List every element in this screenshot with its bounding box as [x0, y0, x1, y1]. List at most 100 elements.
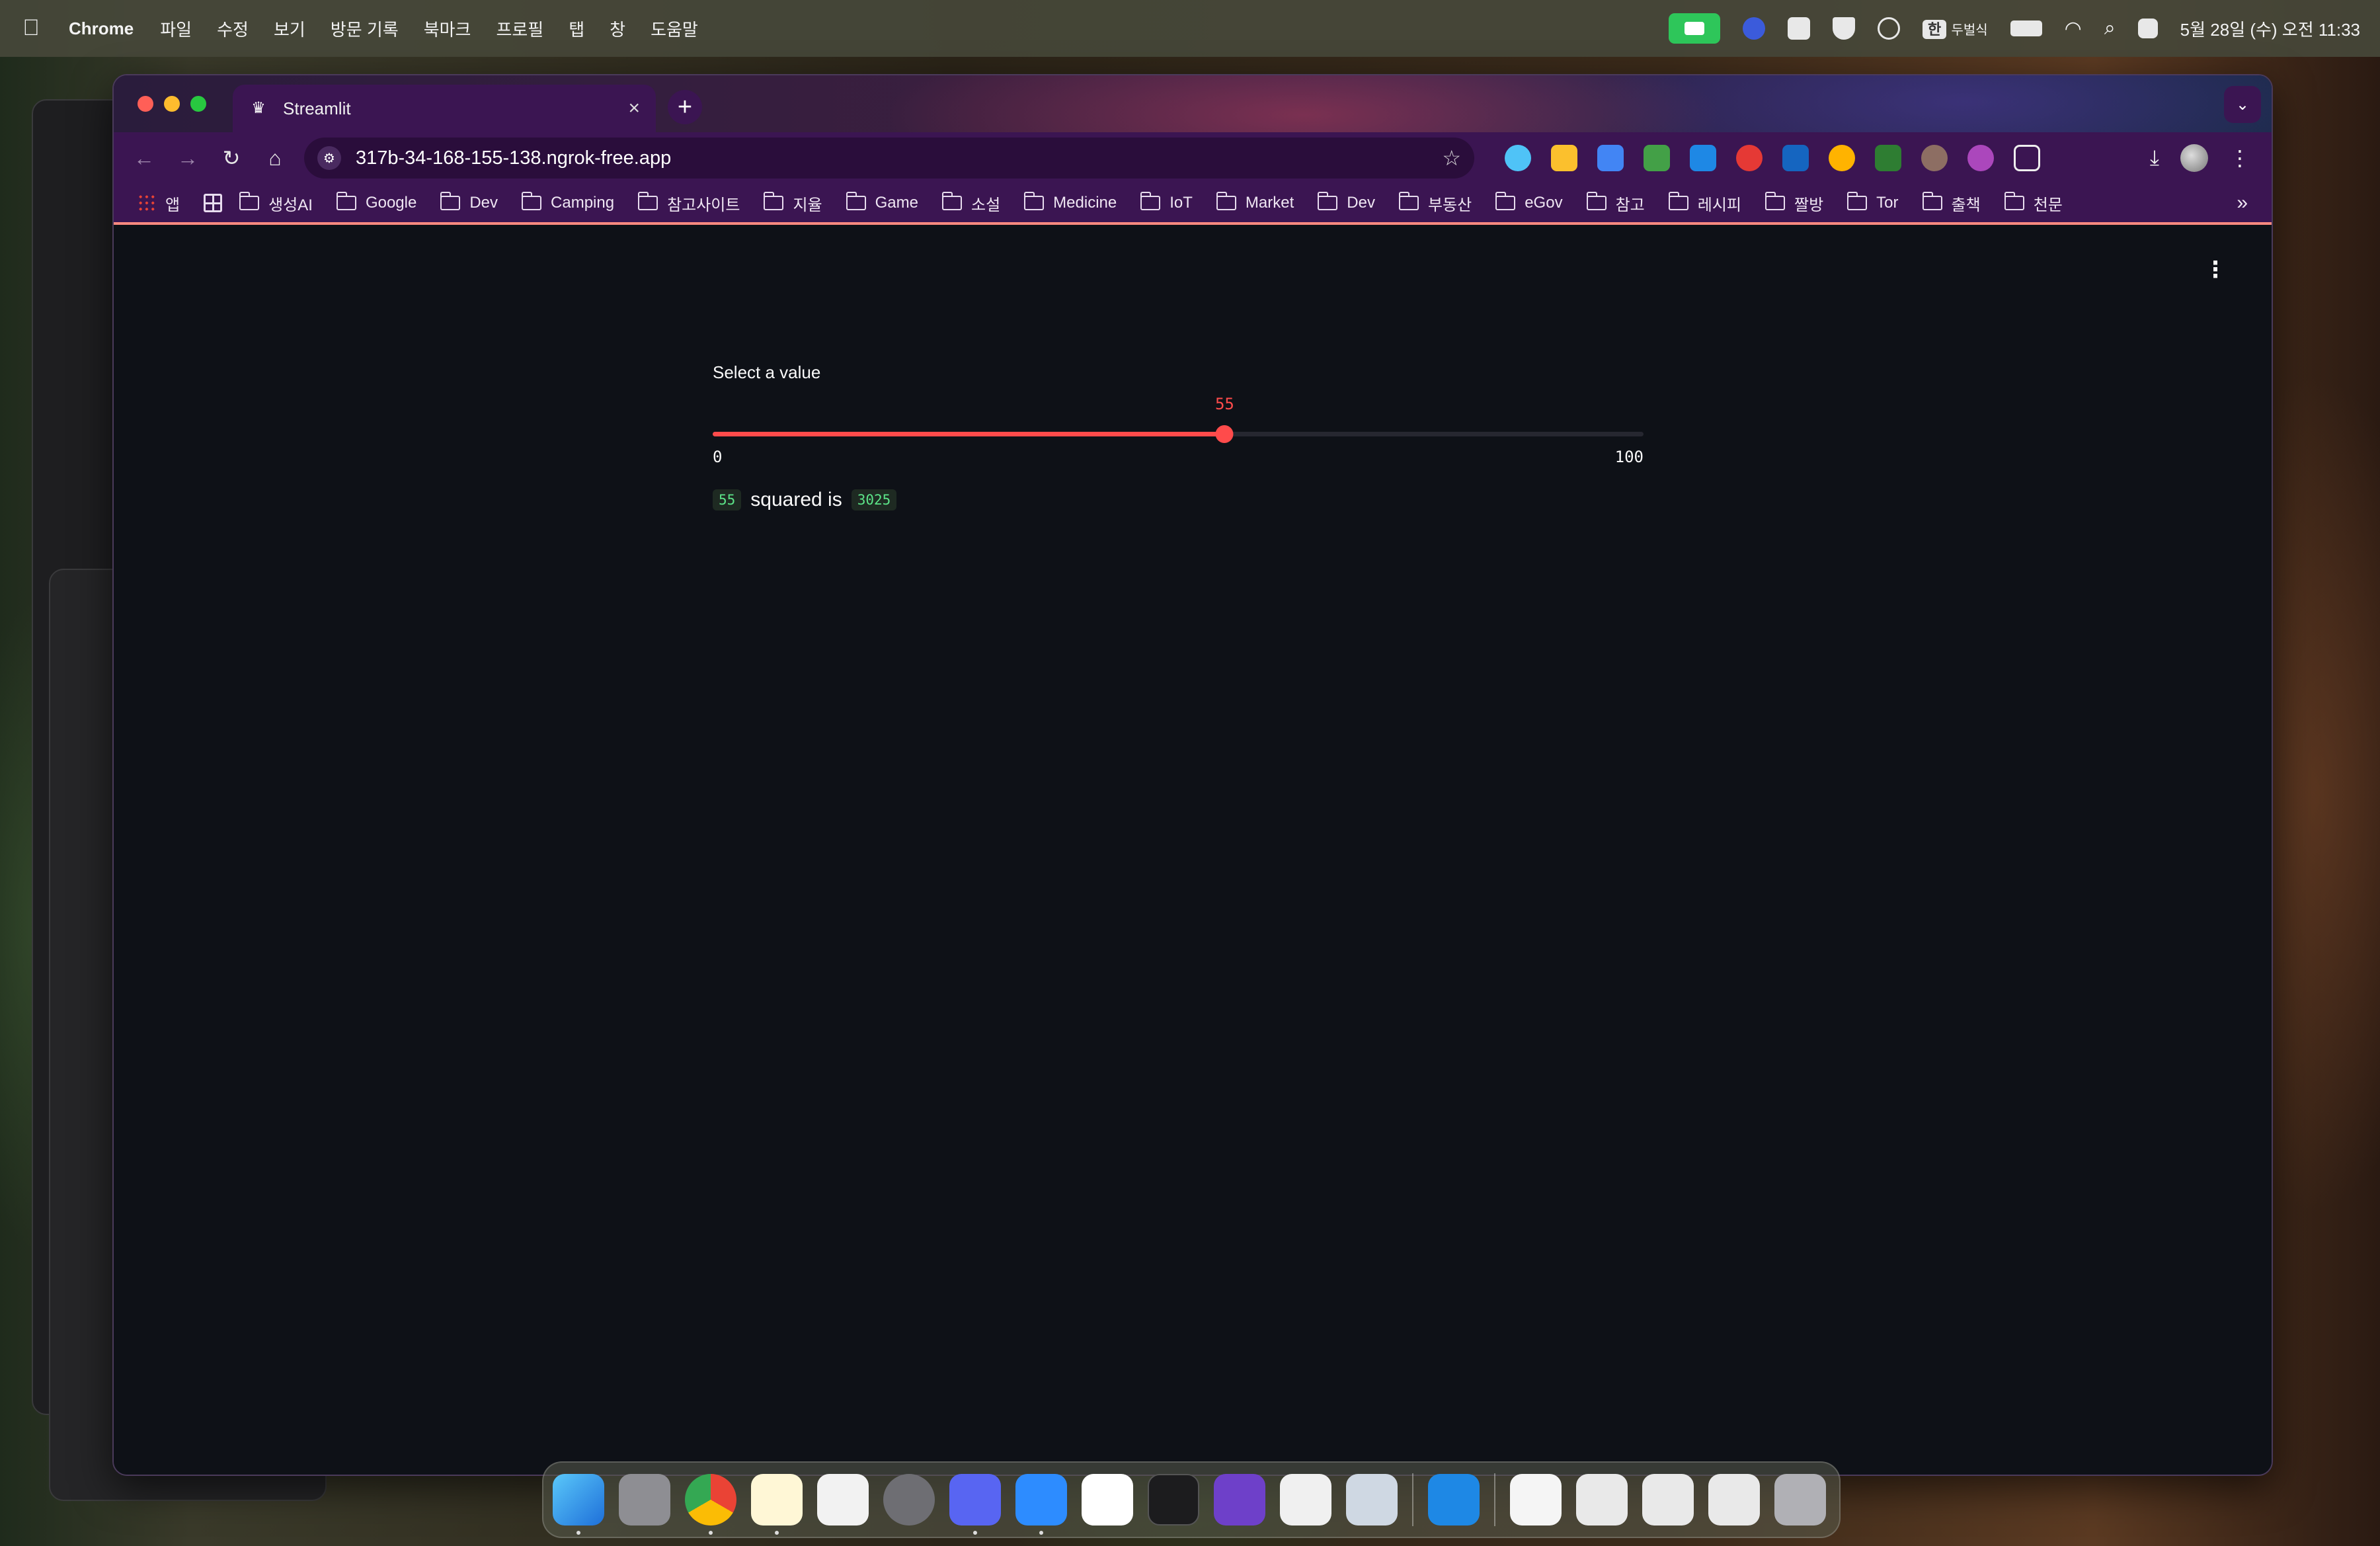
extension-cookie-icon[interactable]	[1921, 145, 1948, 171]
bookmark-folder[interactable]: 레시피	[1668, 192, 1741, 215]
bookmark-folder[interactable]: 참고	[1586, 192, 1645, 215]
launchpad-icon[interactable]	[619, 1474, 670, 1526]
tab-close-icon[interactable]: ×	[628, 97, 640, 120]
extension-translate-icon[interactable]	[1597, 145, 1624, 171]
github-desktop-icon[interactable]	[1214, 1474, 1265, 1526]
app-store-icon[interactable]	[1428, 1474, 1480, 1526]
reload-button[interactable]: ↻	[213, 140, 250, 177]
bookmark-star-icon[interactable]: ☆	[1442, 145, 1461, 171]
bookmark-folder[interactable]: 참고사이트	[638, 192, 740, 215]
bookmark-folder[interactable]: 짤방	[1765, 192, 1823, 215]
tab-streamlit[interactable]: ♛ Streamlit ×	[233, 85, 656, 132]
menu-view[interactable]: 보기	[274, 17, 305, 41]
chrome-icon[interactable]	[685, 1474, 736, 1535]
shield-status-icon[interactable]	[1832, 17, 1855, 40]
bookmark-folder[interactable]: IoT	[1140, 192, 1193, 212]
menu-window[interactable]: 창	[610, 17, 625, 41]
menu-help[interactable]: 도움말	[651, 17, 698, 41]
tab-search-button[interactable]: ⌄	[2224, 86, 2261, 123]
extension-s-icon[interactable]	[1782, 145, 1809, 171]
finder-icon[interactable]	[553, 1474, 604, 1535]
trash-icon[interactable]	[1774, 1474, 1826, 1526]
menu-file[interactable]: 파일	[160, 17, 192, 41]
input-method[interactable]: 한 두벌식	[1922, 18, 1988, 39]
fullscreen-window-button[interactable]	[190, 96, 206, 112]
bookmark-folder[interactable]: Tor	[1847, 192, 1899, 212]
textedit-icon[interactable]	[817, 1474, 869, 1526]
home-button[interactable]: ⌂	[257, 140, 294, 177]
zoom-icon[interactable]	[1015, 1474, 1067, 1535]
discord-icon[interactable]	[949, 1474, 1001, 1535]
menu-profiles[interactable]: 프로필	[496, 17, 543, 41]
menu-tab[interactable]: 탭	[569, 17, 584, 41]
slider-track[interactable]	[713, 425, 1644, 443]
extension-coin-icon[interactable]	[1829, 145, 1855, 171]
control-center-icon[interactable]	[2137, 19, 2158, 38]
extension-notes-icon[interactable]	[1551, 145, 1577, 171]
bookmark-folder[interactable]: Google	[336, 192, 416, 212]
download-icon[interactable]: ⤓	[2150, 145, 2159, 171]
minimized-window-thumbnail[interactable]	[1642, 1474, 1694, 1526]
bookmark-folder[interactable]: Game	[846, 192, 918, 212]
menu-history[interactable]: 방문 기록	[331, 17, 399, 41]
bookmark-folder[interactable]: eGov	[1495, 192, 1563, 212]
menubar-clock[interactable]: 5월 28일 (수) 오전 11:33	[2180, 17, 2360, 41]
bookmark-folder[interactable]: 부동산	[1398, 192, 1472, 215]
value-slider[interactable]: 55 0 100	[713, 392, 1644, 466]
folder-icon	[1024, 192, 1045, 210]
folder-icon	[1922, 192, 1942, 210]
url-text[interactable]: 317b-34-168-155-138.ngrok-free.app	[356, 147, 671, 169]
extension-record-icon[interactable]	[1875, 145, 1901, 171]
new-tab-button[interactable]: +	[668, 90, 702, 124]
extensions-puzzle-icon[interactable]	[2014, 145, 2040, 171]
extension-gem-icon[interactable]	[1505, 145, 1531, 171]
forward-button[interactable]: →	[169, 140, 206, 177]
minimized-window-thumbnail[interactable]	[1576, 1474, 1628, 1526]
bookmark-folder[interactable]: Camping	[522, 192, 614, 212]
site-info-icon[interactable]: ⚙	[317, 146, 341, 170]
menu-edit[interactable]: 수정	[217, 17, 249, 41]
notes-icon[interactable]	[751, 1474, 803, 1535]
bookmarks-overflow-icon[interactable]: »	[2237, 192, 2248, 214]
menu-app-name[interactable]: Chrome	[69, 19, 134, 39]
bookmark-folder[interactable]: Market	[1216, 192, 1294, 212]
bookmark-folder[interactable]: 소설	[942, 192, 1000, 215]
back-button[interactable]: ←	[126, 140, 163, 177]
tab-groups-icon[interactable]	[204, 194, 223, 212]
minimize-window-button[interactable]	[164, 96, 180, 112]
bookmark-folder[interactable]: Dev	[1318, 192, 1375, 212]
slider-thumb[interactable]	[1215, 425, 1234, 443]
extension-bolt-icon[interactable]	[1736, 145, 1763, 171]
extension-blocker-icon[interactable]	[1690, 145, 1716, 171]
facetime-icon[interactable]	[1668, 13, 1720, 44]
play-status-icon[interactable]	[1877, 17, 1900, 40]
bookmark-apps[interactable]: 앱	[138, 192, 180, 215]
battery-icon[interactable]	[2010, 20, 2042, 36]
bookmark-folder[interactable]: 천문	[2004, 192, 2063, 215]
bookmark-folder[interactable]: Medicine	[1024, 192, 1117, 212]
minimized-window-thumbnail[interactable]	[1708, 1474, 1760, 1526]
bookmark-folder[interactable]: 지율	[764, 192, 822, 215]
close-window-button[interactable]	[138, 96, 153, 112]
zoom-status-icon[interactable]	[1742, 17, 1765, 40]
extension-shield-icon[interactable]	[1644, 145, 1670, 171]
address-bar[interactable]: ⚙ 317b-34-168-155-138.ngrok-free.app ☆	[304, 138, 1474, 179]
extension-color-icon[interactable]	[1967, 145, 1994, 171]
bookmark-folder[interactable]: Dev	[440, 192, 498, 212]
drive-status-icon[interactable]	[1787, 17, 1810, 40]
document-icon[interactable]	[1510, 1474, 1562, 1526]
bookmark-folder[interactable]: 출책	[1922, 192, 1981, 215]
preview-icon[interactable]	[1346, 1474, 1398, 1526]
app-menu-icon[interactable]: ⋮	[2204, 257, 2227, 283]
wifi-icon[interactable]: ◠	[2065, 17, 2082, 40]
spotlight-icon[interactable]: ⌕	[2104, 17, 2116, 40]
bookmark-folder[interactable]: 생성AI	[239, 192, 313, 215]
google-drive-icon[interactable]	[1082, 1474, 1133, 1526]
terminal-icon[interactable]	[1148, 1474, 1199, 1526]
browser-menu-icon[interactable]: ⋮	[2229, 145, 2250, 171]
menu-bookmarks[interactable]: 북마크	[424, 17, 471, 41]
adguard-icon[interactable]	[1280, 1474, 1331, 1526]
profile-avatar[interactable]	[2180, 144, 2208, 172]
system-settings-icon[interactable]	[883, 1474, 935, 1526]
apple-icon[interactable]: 	[20, 15, 42, 42]
